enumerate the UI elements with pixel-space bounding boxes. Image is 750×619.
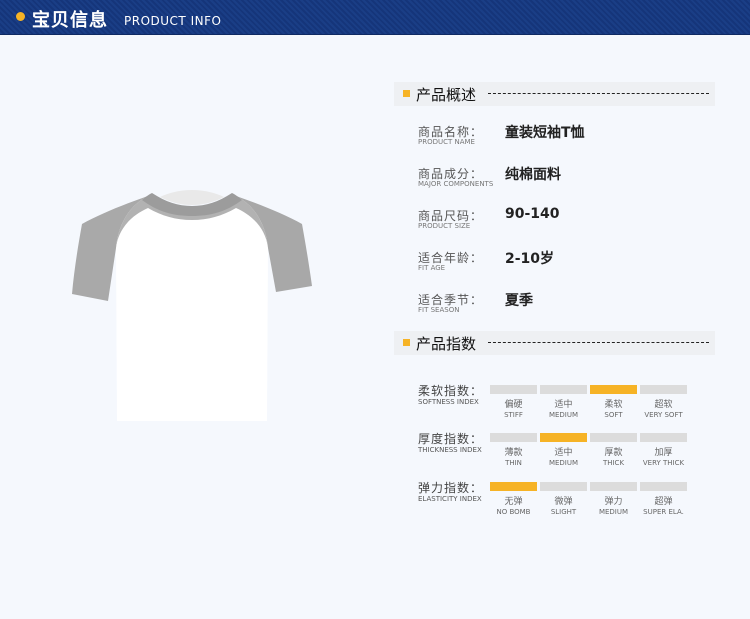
scale-cell: 微弹 SLIGHT [540, 482, 587, 516]
scale-bar [640, 385, 687, 394]
scale-label: 加厚 [654, 448, 673, 458]
scale-label-en: MEDIUM [598, 508, 629, 516]
scale-label-en: MEDIUM [548, 459, 579, 467]
scale-label: 偏硬 [504, 400, 523, 410]
scale-label-en: VERY SOFT [644, 411, 683, 419]
scale-bar [490, 385, 537, 394]
info-label-en: FIT AGE [418, 264, 446, 272]
info-label-en: PRODUCT NAME [418, 138, 475, 146]
scale-label: 无弹 [504, 497, 523, 507]
scale-label: 适中 [554, 448, 573, 458]
scale-cell: 超软 VERY SOFT [640, 385, 687, 419]
header-title: 宝贝信息 [32, 10, 108, 31]
scale-cell: 薄款 THIN [490, 433, 537, 467]
scale-cell: 厚款 THICK [590, 433, 637, 467]
bullet-dot-icon [16, 12, 25, 21]
scale-bar [490, 482, 537, 491]
index-label: 弹力指数： [418, 481, 484, 495]
section-bullet-icon [403, 339, 410, 346]
scale-cell: 弹力 MEDIUM [590, 482, 637, 516]
scale-label-en: SUPER ELA. [643, 508, 684, 516]
scale-label-en: NO BOMB [496, 508, 531, 516]
scale-bar [590, 482, 637, 491]
scale-bar [540, 482, 587, 491]
scale-cell: 超弹 SUPER ELA. [640, 482, 687, 516]
scale-bar [540, 385, 587, 394]
index-label: 柔软指数： [418, 384, 484, 398]
info-value: 90-140 [505, 206, 560, 222]
scale-label-en: MEDIUM [548, 411, 579, 419]
tshirt-image [70, 186, 314, 424]
index-title: 产品指数 [416, 335, 477, 353]
scale-cell: 柔软 SOFT [590, 385, 637, 419]
info-value: 童装短袖T恤 [505, 125, 585, 141]
header-subtitle: PRODUCT INFO [124, 14, 222, 28]
scale-bar [590, 433, 637, 442]
section-bullet-icon [403, 90, 410, 97]
scale-label: 柔软 [604, 400, 623, 410]
info-label-en: FIT SEASON [418, 306, 460, 314]
dashed-divider [488, 342, 709, 343]
scale-cell: 偏硬 STIFF [490, 385, 537, 419]
scale-bar [590, 385, 637, 394]
scale-bar [540, 433, 587, 442]
index-label-en: ELASTICITY INDEX [418, 495, 482, 503]
scale-bar [640, 482, 687, 491]
scale-label: 超弹 [654, 497, 673, 507]
scale-label-en: THICK [602, 459, 625, 467]
dashed-divider [488, 93, 709, 94]
scale-label-en: THIN [505, 459, 522, 467]
scale-label: 弹力 [604, 497, 623, 507]
info-value: 夏季 [505, 293, 533, 309]
scale-label: 超软 [654, 400, 673, 410]
scale-label-en: SOFT [604, 411, 623, 419]
info-label-en: MAJOR COMPONENTS [418, 180, 494, 188]
scale-label-en: SLIGHT [550, 508, 577, 516]
overview-title: 产品概述 [416, 86, 477, 104]
scale-bar [490, 433, 537, 442]
info-label-en: PRODUCT SIZE [418, 222, 471, 230]
scale-label-en: STIFF [504, 411, 523, 419]
scale-label: 厚款 [604, 448, 623, 458]
scale-cell: 适中 MEDIUM [540, 433, 587, 467]
scale-cell: 加厚 VERY THICK [640, 433, 687, 467]
scale-bar [640, 433, 687, 442]
scale-label: 微弹 [554, 497, 573, 507]
info-value: 2-10岁 [505, 251, 555, 267]
scale-label: 适中 [554, 400, 573, 410]
info-value: 纯棉面料 [505, 167, 561, 183]
overview-section-header: 产品概述 [394, 82, 715, 106]
index-label: 厚度指数： [418, 432, 484, 446]
scale-label-en: VERY THICK [642, 459, 685, 467]
index-label-en: SOFTNESS INDEX [418, 398, 479, 406]
scale-label: 薄款 [504, 448, 523, 458]
header-bar: 宝贝信息 PRODUCT INFO [0, 0, 750, 35]
scale-cell: 无弹 NO BOMB [490, 482, 537, 516]
index-section-header: 产品指数 [394, 331, 715, 355]
index-label-en: THICKNESS INDEX [418, 446, 482, 454]
scale-cell: 适中 MEDIUM [540, 385, 587, 419]
